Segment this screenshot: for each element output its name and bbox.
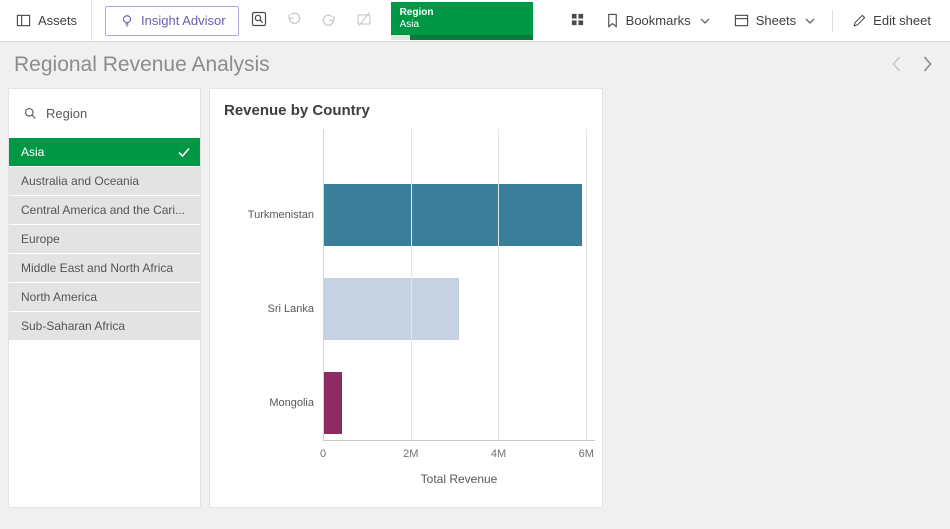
x-tick-label: 0 (320, 448, 326, 460)
toolbar-divider (832, 10, 833, 32)
filter-item-label: Asia (21, 145, 44, 159)
sheet-title: Regional Revenue Analysis (14, 53, 270, 77)
selection-field-name: Region (400, 7, 524, 19)
pencil-icon (852, 14, 866, 28)
bar-rows: TurkmenistanSri LankaMongolia (323, 168, 595, 450)
bookmark-icon (606, 13, 619, 28)
bar-chart-card: Revenue by Country TurkmenistanSri Lanka… (209, 88, 603, 508)
toolbar: Assets Insight Advisor (0, 0, 950, 42)
filter-item-label: Central America and the Cari... (21, 203, 185, 217)
bar-chart-plot: TurkmenistanSri LankaMongolia (323, 129, 595, 441)
filter-item-north-america[interactable]: North America (9, 283, 200, 311)
grid-squares-icon (570, 12, 585, 30)
y-axis-label: Turkmenistan (248, 209, 314, 221)
edit-sheet-label: Edit sheet (873, 13, 931, 28)
filter-item-label: Europe (21, 232, 60, 246)
smart-search-icon (251, 11, 267, 30)
filter-item-middle-east-and-north-africa[interactable]: Middle East and North Africa (9, 254, 200, 282)
x-axis-ticks: 0 2M 4M 6M (323, 448, 595, 462)
x-tick-label: 4M (491, 448, 506, 460)
selection-ratio-fill (391, 35, 411, 40)
assets-label: Assets (38, 13, 77, 28)
smart-search-button[interactable] (244, 6, 274, 36)
bookmarks-label: Bookmarks (626, 13, 691, 28)
redo-icon (321, 13, 337, 29)
clear-selections-icon (356, 11, 372, 30)
app-objects-grid-button[interactable] (563, 6, 593, 36)
chevron-down-icon (805, 18, 815, 24)
undo-icon (286, 11, 302, 30)
assets-panel-icon (16, 13, 31, 28)
filter-pane-title: Region (46, 106, 87, 121)
gridline (586, 129, 587, 440)
checkmark-icon (178, 147, 190, 158)
filter-item-australia-and-oceania[interactable]: Australia and Oceania (9, 167, 200, 195)
sheet-header: Regional Revenue Analysis (0, 42, 950, 88)
sheet-canvas: Region Asia Australia and Oceania Central … (0, 88, 950, 529)
bar-row: Sri Lanka (323, 262, 595, 356)
filter-pane-header[interactable]: Region (9, 89, 200, 138)
toolbar-left: Assets Insight Advisor (0, 0, 533, 41)
selection-ratio-bar (391, 35, 533, 40)
bar-turkmenistan[interactable] (323, 184, 582, 246)
selection-chip-region[interactable]: Region Asia (391, 2, 533, 40)
chevron-down-icon (700, 18, 710, 24)
bar-row: Mongolia (323, 356, 595, 450)
gridline (498, 129, 499, 440)
chevron-right-icon (923, 56, 932, 75)
chevron-left-icon (892, 56, 901, 75)
y-axis-label: Sri Lanka (268, 303, 314, 315)
selection-value: Asia (400, 19, 524, 31)
sheets-label: Sheets (756, 13, 796, 28)
insight-advisor-icon (120, 14, 134, 28)
filter-item-label: North America (21, 290, 97, 304)
filter-item-asia[interactable]: Asia (9, 138, 200, 166)
bar-mongolia[interactable] (323, 372, 342, 434)
bar-sri-lanka[interactable] (323, 278, 459, 340)
filter-list: Asia Australia and Oceania Central America… (9, 138, 200, 340)
search-icon (24, 107, 37, 120)
filter-item-europe[interactable]: Europe (9, 225, 200, 253)
bar-row: Turkmenistan (323, 168, 595, 262)
filter-item-label: Middle East and North Africa (21, 261, 173, 275)
edit-sheet-button[interactable]: Edit sheet (839, 0, 942, 41)
sheets-icon (734, 13, 749, 28)
x-tick-label: 2M (403, 448, 418, 460)
redo-button[interactable] (314, 6, 344, 36)
x-tick-label: 6M (579, 448, 594, 460)
gridline (411, 129, 412, 440)
qlik-app-window: Assets Insight Advisor (0, 0, 950, 529)
filter-item-central-america-and-the-cari[interactable]: Central America and the Cari... (9, 196, 200, 224)
assets-button[interactable]: Assets (0, 0, 92, 41)
next-sheet-button[interactable] (923, 56, 932, 75)
filter-item-label: Sub-Saharan Africa (21, 319, 125, 333)
previous-sheet-button[interactable] (892, 56, 901, 75)
chart-title: Revenue by Country (210, 89, 602, 119)
y-axis-label: Mongolia (269, 397, 314, 409)
gridline (323, 129, 324, 440)
sheet-navigation (892, 56, 932, 75)
filter-item-label: Australia and Oceania (21, 174, 139, 188)
undo-button[interactable] (279, 6, 309, 36)
filter-pane-region: Region Asia Australia and Oceania Central … (8, 88, 201, 508)
clear-selections-button[interactable] (349, 6, 379, 36)
insight-advisor-button[interactable]: Insight Advisor (105, 6, 239, 36)
bookmarks-button[interactable]: Bookmarks (593, 0, 721, 41)
filter-item-sub-saharan-africa[interactable]: Sub-Saharan Africa (9, 312, 200, 340)
insight-advisor-label: Insight Advisor (141, 13, 226, 28)
toolbar-right: Bookmarks Sheets Edit sheet (558, 0, 942, 41)
sheets-button[interactable]: Sheets (721, 0, 826, 41)
x-axis-title: Total Revenue (323, 472, 595, 486)
